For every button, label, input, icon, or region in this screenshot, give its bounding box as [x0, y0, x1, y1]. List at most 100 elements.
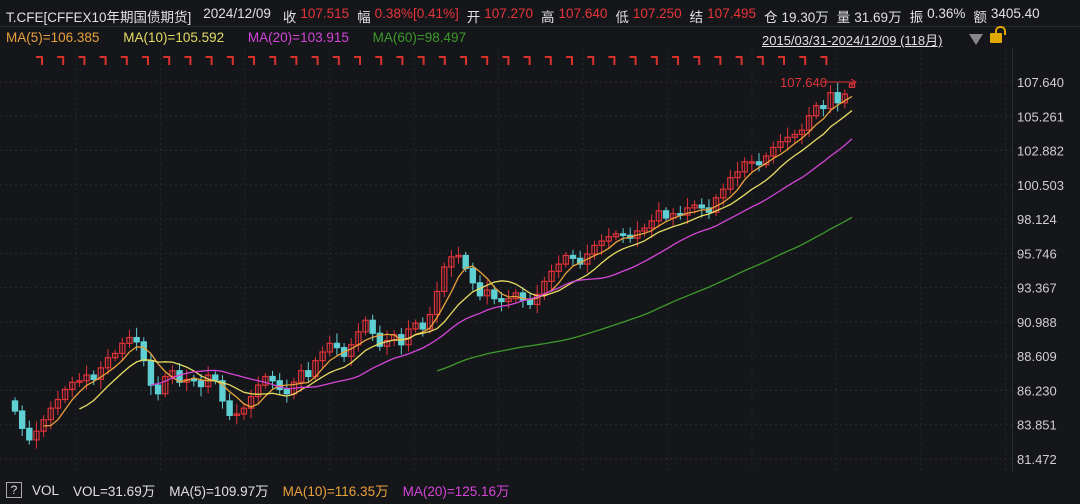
date-range-selector[interactable]: 2015/03/31-2024/12/09 (118月) [762, 30, 942, 49]
period-marker-icon [735, 56, 743, 65]
candle-body [133, 336, 140, 343]
settle-value: 107.495 [707, 6, 756, 21]
candle-body [498, 298, 505, 303]
y-tick-label: 83.851 [1017, 418, 1057, 433]
candle-body [147, 360, 155, 386]
candlestick-chart[interactable]: 107.640 105.261 102.882 100.503 98.124 95.746… [0, 48, 1080, 472]
period-marker-icon [78, 56, 86, 65]
period-marker-icon [120, 56, 128, 65]
candle-body [154, 384, 162, 395]
period-marker-icon [57, 56, 65, 65]
candle-body [140, 341, 147, 362]
vol-ma20: MA(20)=125.16万 [402, 484, 510, 499]
amplitude-value: 0.36% [927, 6, 966, 21]
settle-label: 结 [689, 10, 704, 25]
symbol-name: T.CFE[CFFEX10年期国债期货] [6, 10, 192, 25]
quote-date: 2024/12/09 [203, 6, 271, 21]
y-tick-label: 98.124 [1017, 212, 1057, 227]
candle-body [462, 254, 469, 270]
period-marker-icon [36, 56, 43, 65]
period-marker-icon [820, 56, 828, 65]
period-marker-icon [756, 56, 764, 65]
close-label: 收 [282, 10, 297, 25]
unlock-icon[interactable] [990, 26, 1006, 43]
period-marker-icon [438, 56, 446, 65]
period-marker-icon [354, 56, 361, 65]
volume-value: 31.69万 [854, 10, 902, 25]
volume-label: 量 [836, 10, 851, 25]
candle-body [569, 254, 577, 259]
y-tick-label: 88.609 [1017, 349, 1057, 364]
candle-body [11, 400, 19, 412]
y-tick-label: 81.472 [1017, 452, 1057, 467]
period-marker-icon [375, 56, 383, 65]
candle-body [197, 380, 205, 388]
candle-body [491, 289, 498, 300]
max-price-label: 107.640 [780, 75, 827, 90]
y-tick-label: 102.882 [1017, 144, 1064, 159]
open-label: 开 [466, 10, 481, 25]
period-marker-icon [99, 56, 107, 65]
amplitude-label: 振 [909, 10, 924, 25]
candle-body [820, 105, 827, 110]
period-marker-icon [778, 56, 785, 65]
oi-value: 19.30万 [781, 10, 829, 25]
period-marker-icon [311, 56, 319, 65]
oi-label: 仓 [763, 10, 778, 25]
candle-body [755, 161, 763, 166]
period-marker-icon [714, 56, 722, 65]
ma10-legend: MA(10)=105.592 [123, 30, 225, 45]
vol-ma5: MA(5)=109.97万 [169, 484, 269, 499]
period-marker-icon [417, 56, 425, 65]
period-marker-icon [650, 56, 658, 65]
period-marker-icon [693, 56, 701, 65]
period-marker-icon [608, 56, 616, 65]
candle-body [469, 267, 477, 284]
dropdown-triangle-icon[interactable] [969, 34, 983, 45]
candle-body [18, 410, 26, 429]
help-button[interactable]: ? [6, 482, 22, 498]
y-tick-label: 90.988 [1017, 315, 1057, 330]
period-marker-icon [226, 56, 234, 65]
amount-label: 额 [973, 10, 987, 25]
period-marker-icon [481, 56, 489, 65]
axis-divider [1012, 48, 1013, 472]
low-value: 107.250 [632, 6, 682, 21]
period-marker-icon [799, 56, 807, 65]
candle-body [698, 204, 705, 209]
period-marker-icon [460, 56, 467, 65]
period-marker-icon [269, 56, 277, 65]
period-marker-icon [672, 56, 679, 65]
candle-body [90, 374, 97, 380]
period-marker-icon [205, 56, 213, 65]
divider [0, 26, 1080, 27]
period-marker-icon [544, 56, 552, 65]
y-tick-label: 107.640 [1017, 75, 1064, 90]
period-marker-icon [587, 56, 595, 65]
vol-indicator-label: VOL [32, 482, 60, 498]
candle-body [305, 370, 312, 378]
y-tick-label: 105.261 [1017, 109, 1064, 124]
open-value: 107.270 [484, 6, 534, 21]
close-value: 107.515 [300, 6, 350, 21]
period-marker-icon [248, 56, 255, 65]
period-marker-icon [290, 56, 298, 65]
vol-ma10: MA(10)=116.35万 [282, 484, 389, 499]
candle-body [269, 375, 276, 382]
candle-body [226, 400, 233, 416]
candle-body [619, 233, 627, 236]
change-value: 0.38%[0.41%] [374, 6, 459, 21]
candle-body [526, 299, 534, 306]
period-marker-icon [502, 56, 510, 65]
y-tick-label: 100.503 [1017, 178, 1064, 193]
high-label: 高 [541, 10, 555, 25]
ma60-legend: MA(60)=98.497 [372, 30, 467, 45]
y-tick-label: 93.367 [1017, 281, 1057, 296]
period-marker-icon [332, 56, 340, 65]
ma20-legend: MA(20)=103.915 [247, 30, 349, 45]
high-value: 107.640 [558, 6, 608, 21]
volume-legend: ? VOL VOL=31.69万 MA(5)=109.97万 MA(10)=11… [6, 480, 524, 500]
candle-body [190, 378, 198, 382]
period-marker-icon [396, 56, 404, 65]
period-marker-icon [142, 56, 149, 65]
